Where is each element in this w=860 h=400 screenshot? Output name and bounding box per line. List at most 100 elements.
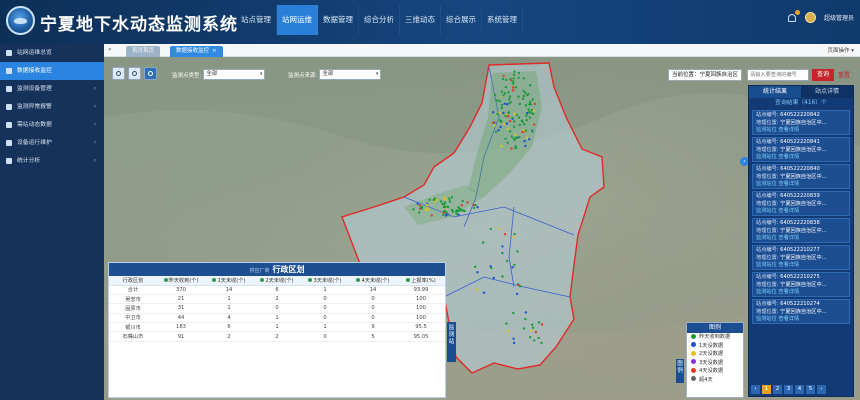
monitoring-point[interactable]: [522, 77, 525, 80]
monitoring-point[interactable]: [504, 114, 507, 118]
monitoring-point[interactable]: [512, 82, 515, 85]
monitoring-point[interactable]: [426, 206, 429, 210]
monitoring-point[interactable]: [528, 336, 532, 339]
locate-link[interactable]: 监测站位: [756, 235, 777, 241]
monitoring-point[interactable]: [515, 292, 519, 296]
detail-link[interactable]: 查看详情: [778, 181, 799, 187]
monitoring-point[interactable]: [428, 198, 431, 201]
tab-data-monitor[interactable]: 数据接收监控 ×: [170, 46, 223, 57]
monitoring-point[interactable]: [506, 127, 510, 130]
monitoring-point[interactable]: [500, 103, 504, 107]
monitoring-point[interactable]: [513, 263, 516, 267]
table-row[interactable]: 吴忠市 21 1 2 0 0 100: [109, 294, 445, 305]
monitoring-point[interactable]: [513, 232, 516, 236]
reset-button[interactable]: 重置: [838, 70, 850, 79]
monitoring-point[interactable]: [446, 213, 449, 216]
monitoring-point[interactable]: [450, 196, 454, 199]
result-card[interactable]: 站点编号: 640522220839 地理位置: 宁夏回族自治区中... 监测站位 …: [752, 191, 850, 216]
tab-home[interactable]: 首页首页: [126, 46, 161, 57]
monitoring-point[interactable]: [492, 276, 495, 280]
monitoring-point[interactable]: [518, 123, 521, 127]
monitoring-point[interactable]: [528, 116, 532, 119]
point-type-select[interactable]: 全部 ▾: [203, 69, 266, 80]
monitoring-point[interactable]: [518, 136, 521, 139]
monitoring-point[interactable]: [512, 73, 516, 76]
monitoring-point[interactable]: [521, 130, 524, 134]
monitoring-point[interactable]: [540, 323, 544, 326]
monitoring-point[interactable]: [507, 91, 510, 94]
result-card[interactable]: 站点编号: 640522220840 地理位置: 宁夏回族自治区中... 监测站位 …: [752, 164, 850, 189]
sidebar-item-device-management[interactable]: 监测设备管理 ‹: [0, 80, 104, 98]
monitoring-point[interactable]: [531, 98, 534, 101]
monitoring-point[interactable]: [512, 80, 515, 83]
sidebar-item-network-overview[interactable]: 站网运维总览: [0, 44, 104, 62]
monitoring-point[interactable]: [505, 78, 508, 82]
monitoring-point[interactable]: [508, 98, 511, 101]
monitoring-point[interactable]: [511, 116, 514, 120]
monitoring-point[interactable]: [517, 71, 521, 75]
monitoring-point[interactable]: [432, 198, 435, 202]
monitoring-point[interactable]: [523, 123, 526, 126]
monitoring-point[interactable]: [511, 89, 515, 92]
monitoring-point[interactable]: [510, 135, 514, 138]
monitoring-point[interactable]: [491, 121, 495, 124]
monitoring-point[interactable]: [513, 120, 516, 123]
monitoring-point[interactable]: [504, 137, 507, 141]
monitoring-point[interactable]: [524, 144, 527, 148]
monitoring-point[interactable]: [528, 100, 532, 103]
monitoring-point[interactable]: [459, 209, 463, 212]
monitoring-point[interactable]: [476, 206, 479, 209]
detail-link[interactable]: 查看详情: [778, 316, 799, 322]
monitoring-point[interactable]: [526, 111, 529, 115]
monitoring-point[interactable]: [489, 227, 492, 231]
map-view[interactable]: 监测点类型: 全部 ▾ 监测点来源: 全部 ▾ 当前位置：宁夏回族自治区 查询 重置…: [104, 57, 860, 400]
table-row[interactable]: 中卫市 44 4 1 0 0 100: [109, 313, 445, 324]
monitoring-point[interactable]: [511, 86, 515, 89]
point-source-select[interactable]: 全部 ▾: [319, 69, 382, 80]
page-button[interactable]: 3: [784, 385, 793, 394]
bell-icon[interactable]: [787, 9, 800, 23]
sidebar-item-alarm[interactable]: 监测异常报警 ‹: [0, 98, 104, 116]
search-button[interactable]: 查询: [812, 69, 834, 81]
result-card[interactable]: 站点编号: 640522210275 地理位置: 宁夏回族自治区中... 监测站位 …: [752, 272, 850, 297]
monitoring-point[interactable]: [514, 133, 517, 136]
monitoring-point[interactable]: [517, 116, 521, 119]
monitoring-point[interactable]: [494, 130, 498, 133]
monitoring-point[interactable]: [515, 136, 518, 140]
monitoring-point[interactable]: [529, 103, 532, 106]
legend-toggle[interactable]: 图例: [676, 359, 684, 383]
nav-station-management[interactable]: 站点管理: [236, 5, 277, 35]
monitoring-point[interactable]: [439, 200, 443, 203]
monitoring-point[interactable]: [501, 251, 504, 255]
monitoring-point[interactable]: [528, 138, 531, 141]
nav-system-management[interactable]: 系统管理: [482, 5, 523, 35]
monitoring-point[interactable]: [496, 99, 499, 102]
monitoring-point[interactable]: [500, 90, 503, 93]
result-card[interactable]: 站点编号: 640522220842 地理位置: 宁夏回族自治区中... 监测站位 …: [752, 110, 850, 135]
monitoring-point[interactable]: [506, 141, 509, 144]
monitoring-point[interactable]: [524, 317, 527, 321]
monitoring-point[interactable]: [508, 95, 512, 98]
monitoring-point[interactable]: [521, 120, 524, 124]
monitoring-point[interactable]: [537, 321, 541, 324]
monitoring-point[interactable]: [412, 208, 415, 211]
monitoring-point[interactable]: [508, 102, 511, 105]
monitoring-point[interactable]: [500, 144, 503, 148]
locate-link[interactable]: 监测站位: [756, 127, 777, 133]
page-button[interactable]: 1: [762, 385, 771, 394]
monitoring-point[interactable]: [530, 108, 533, 112]
page-button[interactable]: 5: [806, 385, 815, 394]
monitoring-point[interactable]: [511, 266, 514, 269]
monitoring-point[interactable]: [512, 137, 516, 140]
monitoring-point[interactable]: [482, 291, 486, 294]
sidebar-item-statistics[interactable]: 统计分析 ‹: [0, 152, 104, 170]
monitoring-point[interactable]: [531, 323, 534, 326]
monitoring-point[interactable]: [524, 104, 528, 107]
tab-station-detail[interactable]: 站点详情: [801, 86, 853, 98]
monitoring-point[interactable]: [529, 84, 532, 87]
monitoring-point[interactable]: [507, 115, 510, 118]
monitoring-point[interactable]: [493, 93, 497, 97]
monitoring-point[interactable]: [476, 271, 479, 274]
monitoring-point[interactable]: [500, 120, 503, 123]
sidebar-item-dynamic-data[interactable]: 需站动态数据 ‹: [0, 116, 104, 134]
